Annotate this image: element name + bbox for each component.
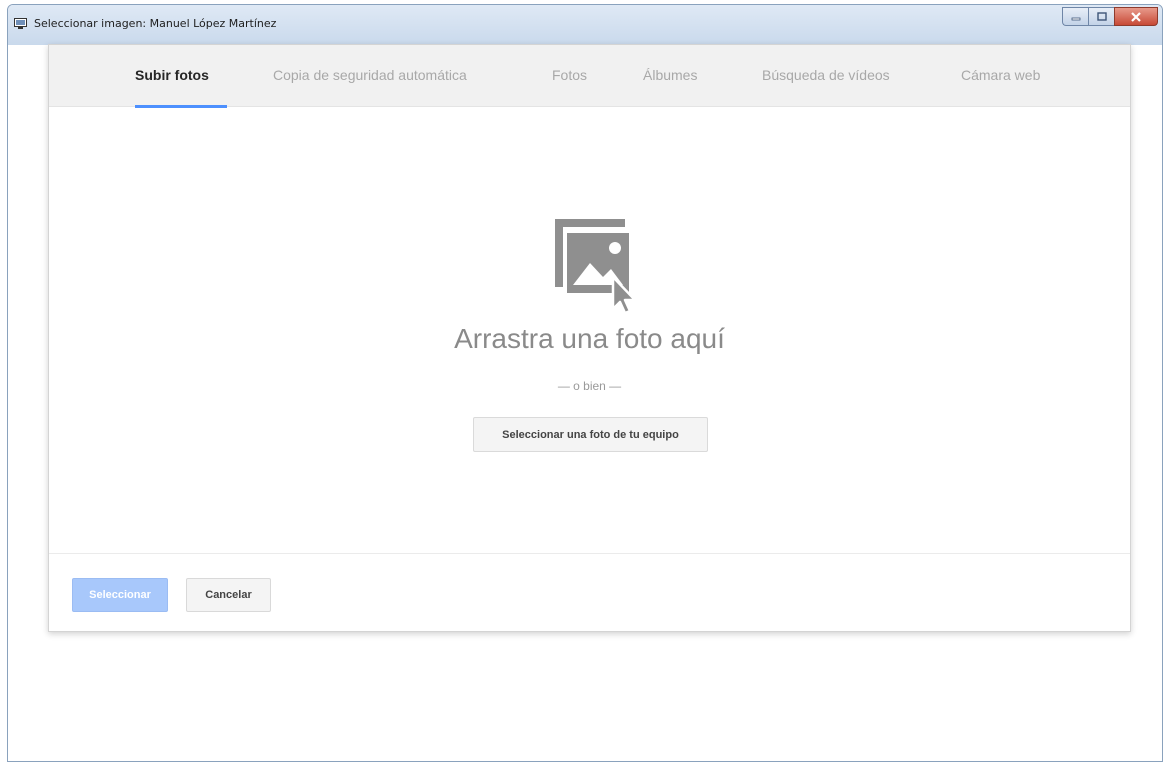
maximize-icon xyxy=(1096,12,1107,21)
photo-drop-icon xyxy=(545,213,641,317)
tab-albums[interactable]: Álbumes xyxy=(643,67,697,83)
window-controls xyxy=(1062,7,1158,26)
close-icon xyxy=(1131,11,1141,22)
drop-zone-title: Arrastra una foto aquí xyxy=(454,323,725,354)
minimize-button[interactable] xyxy=(1062,7,1088,26)
minimize-icon xyxy=(1071,17,1080,20)
tab-webcam[interactable]: Cámara web xyxy=(961,67,1040,83)
tab-automatic-backup[interactable]: Copia de seguridad automática xyxy=(273,67,467,83)
or-separator: — o bien — xyxy=(557,379,622,393)
select-from-computer-button[interactable]: Seleccionar una foto de tu equipo xyxy=(473,417,708,452)
window-title: Seleccionar imagen: Manuel López Martíne… xyxy=(34,17,277,30)
maximize-button[interactable] xyxy=(1088,7,1114,26)
active-tab-indicator xyxy=(135,105,227,108)
select-button[interactable]: Seleccionar xyxy=(72,578,168,612)
title-bar[interactable]: Seleccionar imagen: Manuel López Martíne… xyxy=(8,5,1162,45)
app-window: Seleccionar imagen: Manuel López Martíne… xyxy=(7,4,1163,762)
close-button[interactable] xyxy=(1114,7,1158,26)
cancel-button[interactable]: Cancelar xyxy=(186,578,271,612)
tab-video-search[interactable]: Búsqueda de vídeos xyxy=(762,67,890,83)
tab-bar: Subir fotos Copia de seguridad automátic… xyxy=(49,45,1130,108)
tab-photos[interactable]: Fotos xyxy=(552,67,587,83)
footer-divider xyxy=(49,553,1130,554)
app-icon xyxy=(14,16,27,29)
tab-upload-photos[interactable]: Subir fotos xyxy=(135,67,209,83)
image-picker-dialog: Subir fotos Copia de seguridad automátic… xyxy=(48,44,1131,632)
